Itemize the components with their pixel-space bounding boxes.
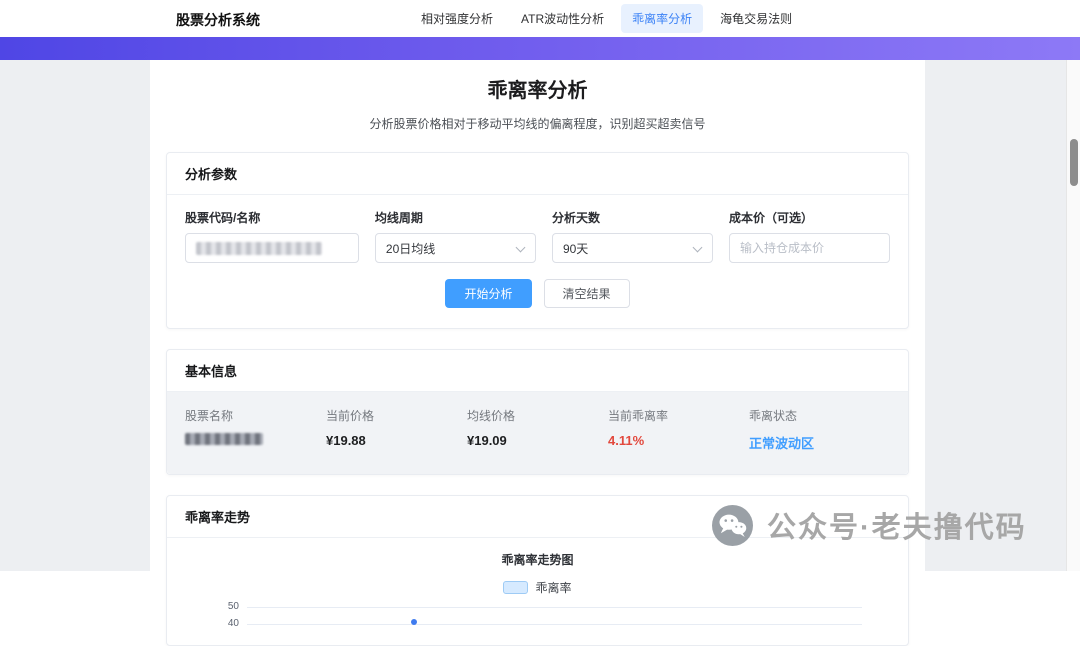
nav-item-atr-volatility[interactable]: ATR波动性分析 (510, 4, 615, 33)
stat-label: 乖离状态 (749, 409, 798, 423)
y-axis-tick: 50 (227, 601, 239, 612)
stat-stock-name: 股票名称 (185, 407, 326, 452)
redacted-stock-code-value (196, 241, 322, 255)
cost-price-field-group: 成本价（可选） (728, 209, 890, 263)
ma-period-field-group: 均线周期 20日均线 (374, 209, 536, 263)
watermark-text: 公众号·老夫撸代码 (767, 512, 1027, 544)
basic-info-body: 股票名称 当前价格 ¥19.88 均线价格 ¥19.09 当前乖离率 4.11%… (167, 392, 908, 474)
analysis-days-field-group: 分析天数 90天 (551, 209, 713, 263)
stat-bias-status: 乖离状态 正常波动区 (749, 407, 890, 452)
main-nav: 相对强度分析 ATR波动性分析 乖离率分析 海龟交易法则 (410, 0, 803, 37)
nav-item-bias-analysis[interactable]: 乖离率分析 (621, 4, 704, 33)
form-actions: 开始分析 清空结果 (185, 279, 890, 308)
stock-code-input[interactable] (185, 233, 359, 263)
y-axis-tick: 40 (227, 618, 239, 629)
stat-label: 当前乖离率 (608, 409, 669, 423)
bias-chart-plot: 50 40 (215, 601, 862, 645)
basic-info-card: 基本信息 股票名称 当前价格 ¥19.88 均线价格 ¥19.09 当前乖离率 … (166, 349, 909, 475)
gradient-banner (0, 37, 1080, 60)
gridline (247, 607, 862, 608)
params-card-title: 分析参数 (167, 153, 908, 195)
page-title: 乖离率分析 (487, 80, 588, 102)
redacted-stock-name-value (185, 433, 263, 445)
analysis-days-select[interactable]: 90天 (551, 233, 713, 263)
params-form-row: 股票代码/名称 均线周期 20日均线 分析天数 90天 成本价（可选） 输入持仓… (185, 209, 890, 263)
nav-item-relative-strength[interactable]: 相对强度分析 (410, 4, 504, 33)
chevron-down-icon (515, 242, 526, 253)
ma-period-select[interactable]: 20日均线 (374, 233, 536, 263)
content-column: 乖离率分析 分析股票价格相对于移动平均线的偏离程度，识别超买超卖信号 分析参数 … (150, 60, 925, 646)
nav-item-turtle-rules[interactable]: 海龟交易法则 (709, 4, 803, 33)
ma-period-label: 均线周期 (374, 211, 423, 225)
scrollbar-thumb[interactable] (1070, 139, 1078, 186)
stock-code-field-group: 股票代码/名称 (185, 209, 359, 263)
vertical-scrollbar[interactable] (1066, 60, 1080, 571)
app-title: 股票分析系统 (176, 12, 260, 28)
wechat-icon (712, 504, 753, 546)
cost-price-input[interactable] (728, 233, 890, 263)
chevron-down-icon (692, 242, 703, 253)
basic-info-card-title: 基本信息 (167, 350, 908, 392)
stat-value-bias-status: 正常波动区 (749, 436, 815, 451)
chart-legend-item[interactable]: 乖离率 (185, 579, 890, 596)
legend-swatch (503, 581, 529, 594)
analysis-days-label: 分析天数 (551, 211, 600, 225)
page-subtitle: 分析股票价格相对于移动平均线的偏离程度，识别超买超卖信号 (369, 117, 706, 131)
page-background: 乖离率分析 分析股票价格相对于移动平均线的偏离程度，识别超买超卖信号 分析参数 … (0, 60, 1080, 646)
analysis-days-selected-value: 90天 (562, 241, 589, 256)
top-navbar: 股票分析系统 相对强度分析 ATR波动性分析 乖离率分析 海龟交易法则 (0, 0, 1080, 37)
stat-label: 当前价格 (326, 409, 375, 423)
stat-label: 股票名称 (185, 409, 234, 423)
stat-value-bias-rate: 4.11% (608, 433, 645, 448)
ma-period-selected-value: 20日均线 (385, 241, 436, 256)
data-point (411, 619, 417, 625)
gridline (247, 624, 862, 625)
legend-label: 乖离率 (535, 581, 572, 595)
stock-code-label: 股票代码/名称 (185, 211, 261, 225)
start-analysis-button[interactable]: 开始分析 (445, 279, 532, 308)
cost-price-label: 成本价（可选） (728, 211, 813, 225)
stat-current-price: 当前价格 ¥19.88 (326, 407, 467, 452)
stat-current-bias: 当前乖离率 4.11% (608, 407, 749, 452)
watermark: 公众号·老夫撸代码 (712, 504, 1027, 546)
stat-value: ¥19.88 (326, 433, 366, 448)
clear-results-button[interactable]: 清空结果 (543, 279, 630, 308)
stat-label: 均线价格 (467, 409, 516, 423)
analysis-params-card: 分析参数 股票代码/名称 均线周期 20日均线 分析天数 90天 成本价（可选）… (166, 152, 909, 329)
stat-ma-price: 均线价格 ¥19.09 (467, 407, 608, 452)
bias-chart-container: 乖离率走势图 乖离率 50 40 (167, 538, 908, 645)
stat-value: ¥19.09 (467, 433, 507, 448)
chart-title: 乖离率走势图 (501, 553, 574, 567)
